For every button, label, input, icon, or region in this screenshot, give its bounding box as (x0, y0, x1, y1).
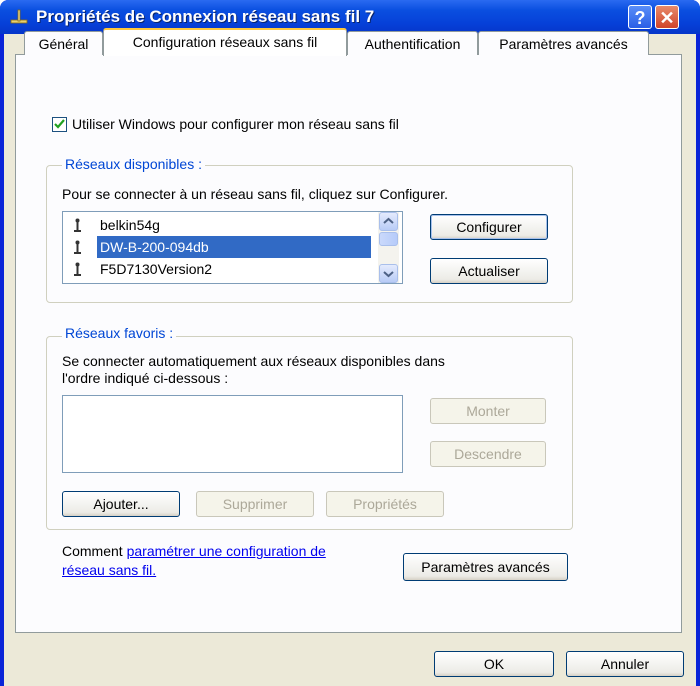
network-connection-icon (10, 9, 28, 24)
antenna-icon (74, 240, 81, 254)
cancel-button[interactable]: Annuler (566, 651, 684, 677)
properties-button[interactable]: Propriétés (326, 491, 444, 517)
use-windows-checkbox[interactable] (52, 117, 67, 132)
network-name: belkin54g (100, 217, 160, 233)
configure-button[interactable]: Configurer (430, 214, 548, 240)
antenna-icon (74, 262, 81, 276)
help-button[interactable]: ? (628, 5, 652, 29)
list-item[interactable]: F5D7130Version2 (65, 258, 375, 280)
available-networks-list[interactable]: belkin54g DW-B-200-094db F5D7130Version2 (62, 211, 403, 284)
add-button[interactable]: Ajouter... (62, 491, 180, 517)
ok-button[interactable]: OK (434, 651, 554, 677)
use-windows-label: Utiliser Windows pour configurer mon rés… (72, 116, 399, 132)
chevron-up-icon (383, 217, 394, 224)
tab-wireless-config[interactable]: Configuration réseaux sans fil (103, 28, 347, 56)
help-text-prefix: Comment (62, 543, 127, 559)
network-name: DW-B-200-094db (97, 236, 371, 258)
networks-scrollbar[interactable] (378, 212, 399, 283)
favorite-networks-list[interactable] (62, 395, 403, 473)
favorite-networks-description-1: Se connecter automatiquement aux réseaux… (62, 353, 445, 369)
help-link-line-2[interactable]: réseau sans fil. (62, 562, 156, 578)
network-name: F5D7130Version2 (100, 261, 213, 277)
antenna-icon (74, 218, 81, 232)
remove-button[interactable]: Supprimer (196, 491, 314, 517)
scroll-thumb[interactable] (379, 232, 398, 246)
scroll-down-button[interactable] (379, 264, 398, 283)
scroll-up-button[interactable] (379, 212, 398, 231)
checkmark-icon (54, 119, 65, 129)
available-networks-title: Réseaux disponibles : (62, 156, 205, 172)
list-item[interactable]: DW-B-200-094db (65, 236, 375, 258)
help-link-line-1[interactable]: paramétrer une configuration de (127, 543, 326, 559)
available-networks-description: Pour se connecter à un réseau sans fil, … (62, 186, 448, 202)
tab-advanced[interactable]: Paramètres avancés (478, 31, 649, 55)
favorite-networks-title: Réseaux favoris : (62, 325, 177, 341)
close-button[interactable]: ✕ (655, 5, 679, 29)
move-up-button[interactable]: Monter (430, 398, 546, 424)
move-down-button[interactable]: Descendre (430, 441, 546, 467)
window-title: Propriétés de Connexion réseau sans fil … (36, 7, 375, 26)
list-item[interactable]: belkin54g (65, 214, 375, 236)
help-text: Comment paramétrer une configuration de (62, 543, 326, 559)
tab-general[interactable]: Général (24, 31, 103, 55)
chevron-down-icon (383, 271, 394, 278)
refresh-button[interactable]: Actualiser (430, 258, 548, 284)
help-text-line-2: réseau sans fil. (62, 562, 156, 578)
favorite-networks-description-2: l'ordre indiqué ci-dessous : (62, 370, 229, 386)
tab-authentication[interactable]: Authentification (347, 31, 478, 55)
advanced-settings-button[interactable]: Paramètres avancés (403, 553, 568, 581)
